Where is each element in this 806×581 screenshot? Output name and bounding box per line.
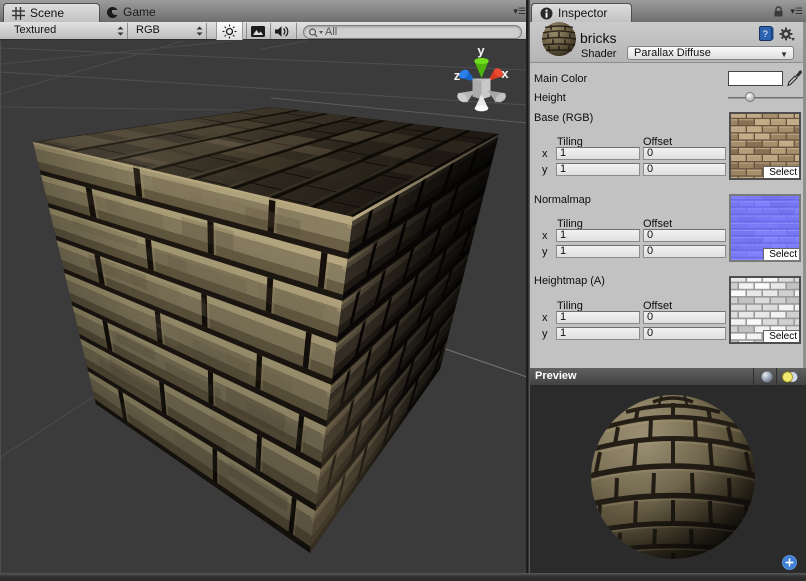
svg-text:x: x (501, 66, 509, 81)
svg-text:z: z (454, 68, 461, 83)
svg-text:y: y (477, 43, 485, 58)
svg-text:?: ? (763, 29, 768, 40)
